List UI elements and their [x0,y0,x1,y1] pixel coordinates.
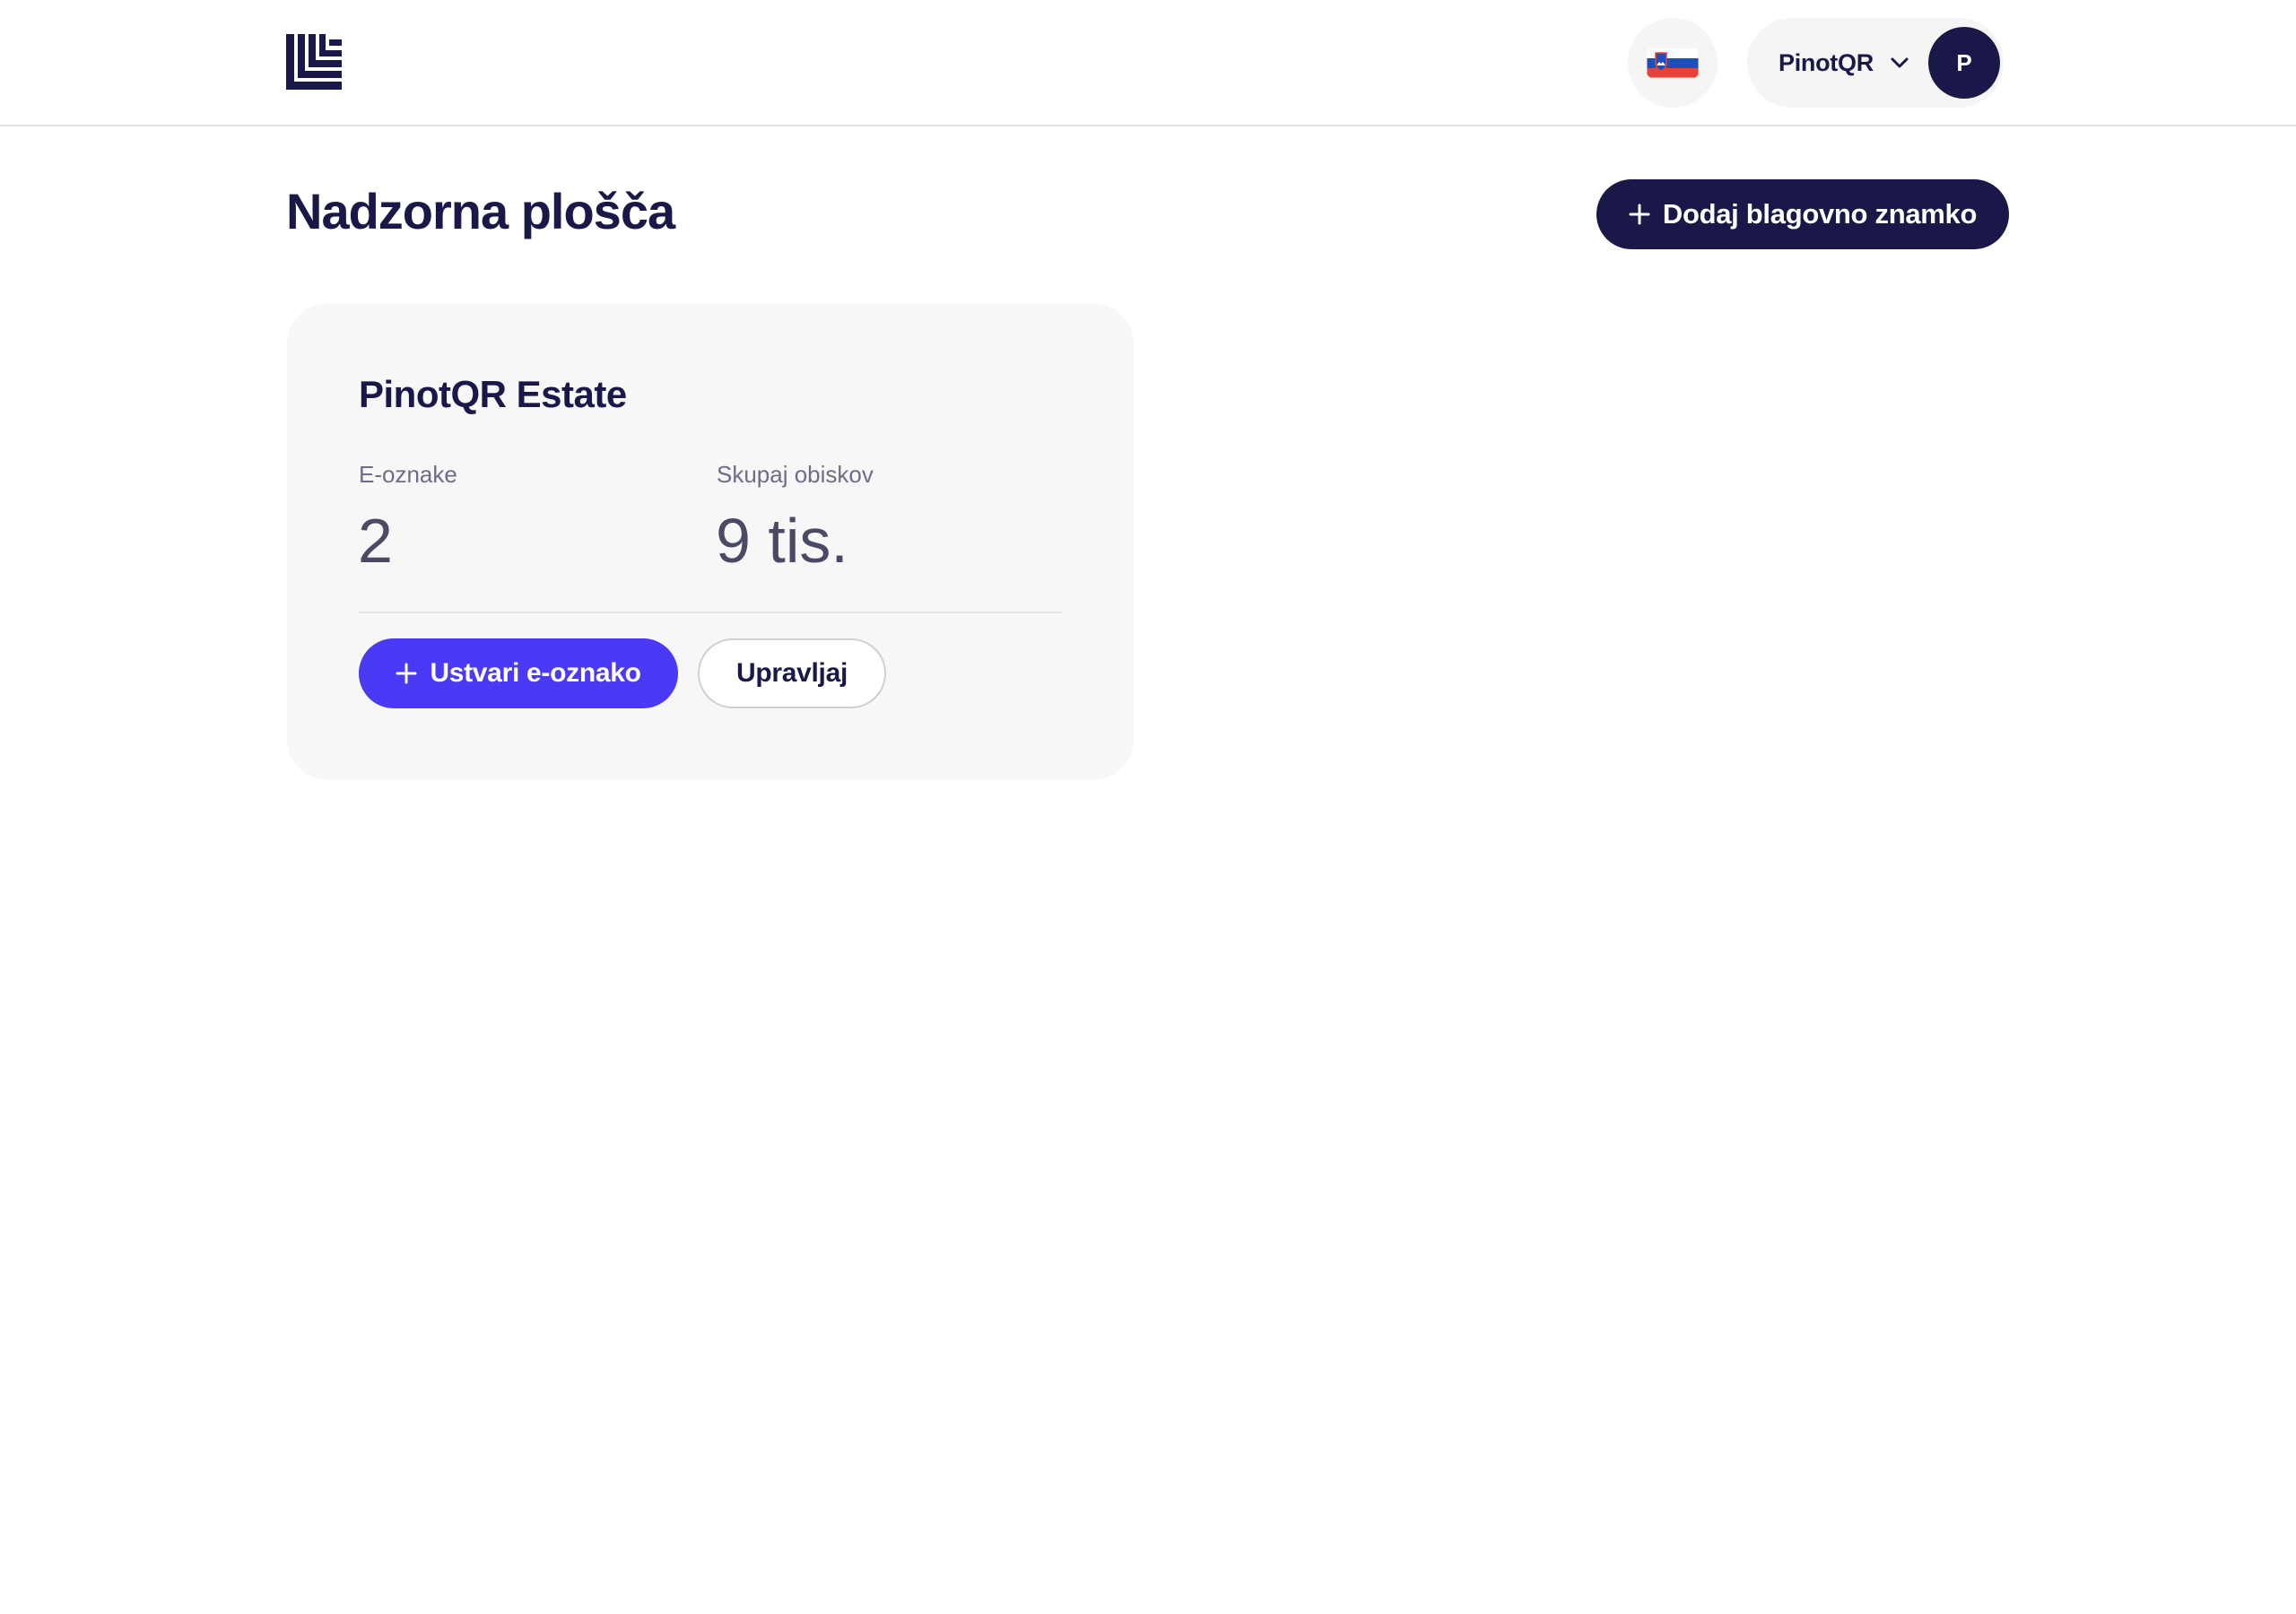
top-header: PinotQR P [0,0,2296,126]
user-menu[interactable]: PinotQR P [1747,18,2004,108]
language-selector[interactable] [1628,18,1718,108]
create-label-text: Ustvari e-oznako [430,658,641,688]
create-label-button[interactable]: Ustvari e-oznako [359,638,678,708]
plus-icon [1629,204,1650,225]
plus-icon [396,663,417,684]
manage-button[interactable]: Upravljaj [698,638,886,708]
avatar[interactable]: P [1928,27,2000,99]
manage-label: Upravljaj [735,658,848,688]
slovenia-flag-icon [1647,48,1699,78]
total-visits-label: Skupaj obiskov [717,461,874,488]
total-visits-value: 9 tis. [716,506,848,576]
labels-count-value: 2 [358,506,393,576]
add-brand-label: Dodaj blagovno znamko [1662,198,1978,230]
chevron-down-icon [1891,57,1909,68]
brand-logo-icon[interactable] [286,34,342,90]
add-brand-button[interactable]: Dodaj blagovno znamko [1596,179,2009,249]
labels-count-label: E-oznake [359,461,457,488]
divider [359,612,1062,613]
user-name: PinotQR [1779,49,1874,76]
brand-card: PinotQR Estate E-oznake 2 Skupaj obiskov… [287,303,1134,780]
page-title: Nadzorna plošča [286,183,675,239]
brand-name: PinotQR Estate [359,373,627,415]
